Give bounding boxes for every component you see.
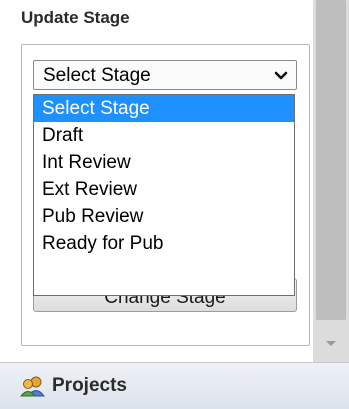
projects-people-icon — [19, 375, 46, 402]
stage-option-select-stage[interactable]: Select Stage — [34, 95, 294, 122]
scrollbar-thumb[interactable] — [316, 0, 346, 320]
stage-select[interactable]: Select Stage — [33, 60, 297, 90]
stage-option-pub-review[interactable]: Pub Review — [34, 203, 294, 230]
stage-select-value: Select Stage — [43, 65, 151, 86]
projects-section-header[interactable]: Projects — [0, 363, 349, 409]
stage-option-ext-review[interactable]: Ext Review — [34, 176, 294, 203]
vertical-scrollbar[interactable] — [313, 0, 349, 362]
panel-title: Update Stage — [21, 8, 130, 27]
stage-option-ready-for-pub[interactable]: Ready for Pub — [34, 230, 294, 257]
stage-option-draft[interactable]: Draft — [34, 122, 294, 149]
stage-dropdown-list: Select Stage Draft Int Review Ext Review… — [33, 94, 295, 296]
arrow-down-icon[interactable] — [323, 336, 339, 354]
projects-label: Projects — [52, 375, 127, 396]
update-stage-panel: Update Stage Select Stage Change Stage S… — [0, 0, 313, 362]
chevron-down-icon — [274, 69, 288, 87]
stage-option-int-review[interactable]: Int Review — [34, 149, 294, 176]
